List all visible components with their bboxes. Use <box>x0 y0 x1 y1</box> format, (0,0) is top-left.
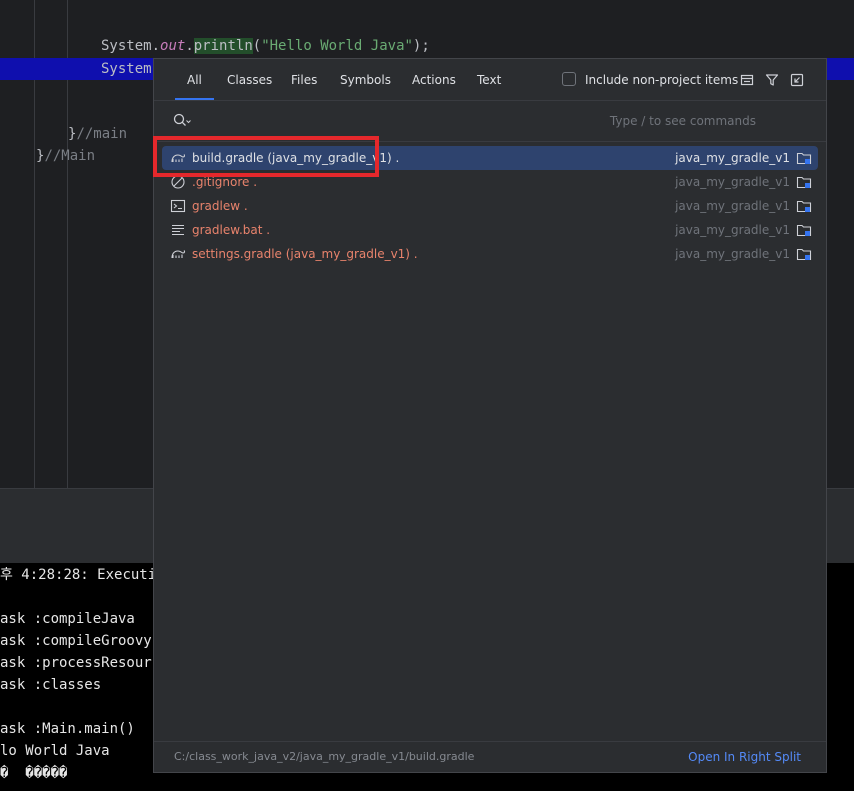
module-folder-icon <box>796 224 812 237</box>
search-icon[interactable] <box>172 112 192 130</box>
tab-actions[interactable]: Actions <box>412 59 456 100</box>
console-line: � ����� <box>0 765 68 781</box>
code-line-println[interactable]: System.out.println("Hello World Java"); <box>0 35 854 57</box>
result-location: java_my_gradle_v1 <box>675 223 790 237</box>
text-file-icon <box>172 224 184 236</box>
open-in-right-split-link[interactable]: Open In Right Split <box>688 742 801 772</box>
tab-text[interactable]: Text <box>477 59 501 100</box>
list-item[interactable]: settings.gradle (java_my_gradle_v1) . ja… <box>162 242 818 266</box>
selected-file-path: C:/class_work_java_v2/java_my_gradle_v1/… <box>174 750 475 763</box>
console-line: 후 4:28:28: Executin <box>0 567 165 583</box>
search-input[interactable] <box>196 109 756 133</box>
console-line: ask :Main.main() <box>0 721 135 737</box>
include-non-project-label: Include non-project items <box>585 73 739 87</box>
result-name: settings.gradle (java_my_gradle_v1) . <box>192 247 418 261</box>
console-line: ask :classes <box>0 677 102 693</box>
module-folder-icon <box>796 248 812 261</box>
tab-symbols[interactable]: Symbols <box>340 59 391 100</box>
popup-footer: C:/class_work_java_v2/java_my_gradle_v1/… <box>154 741 826 772</box>
console-line: lo World Java <box>0 743 110 759</box>
list-item[interactable]: gradlew . java_my_gradle_v1 <box>162 194 818 218</box>
open-in-tool-window-icon[interactable] <box>789 72 805 88</box>
search-tabs: All Classes Files Symbols Actions Text I… <box>154 59 826 101</box>
result-location: java_my_gradle_v1 <box>675 199 790 213</box>
tab-all[interactable]: All <box>175 59 214 100</box>
terminal-script-icon <box>170 199 186 213</box>
tab-files[interactable]: Files <box>291 59 317 100</box>
module-folder-icon <box>796 200 812 213</box>
result-location: java_my_gradle_v1 <box>675 247 790 261</box>
gradle-icon <box>171 250 186 259</box>
console-line: ask :compileJava <box>0 611 135 627</box>
tab-classes[interactable]: Classes <box>227 59 272 100</box>
module-folder-icon <box>796 152 812 165</box>
result-location: java_my_gradle_v1 <box>675 151 790 165</box>
include-non-project-checkbox[interactable] <box>562 72 576 86</box>
console-line: ask :compileGroovy <box>0 633 152 649</box>
console-line: ask :processResourc <box>0 655 161 671</box>
highlight-annotation-box <box>153 136 379 177</box>
result-name: gradlew.bat . <box>192 223 271 237</box>
result-name: gradlew . <box>192 199 248 213</box>
list-item[interactable]: gradlew.bat . java_my_gradle_v1 <box>162 218 818 242</box>
result-location: java_my_gradle_v1 <box>675 175 790 189</box>
filter-icon[interactable] <box>764 72 780 88</box>
preview-icon[interactable] <box>739 72 755 88</box>
module-folder-icon <box>796 176 812 189</box>
